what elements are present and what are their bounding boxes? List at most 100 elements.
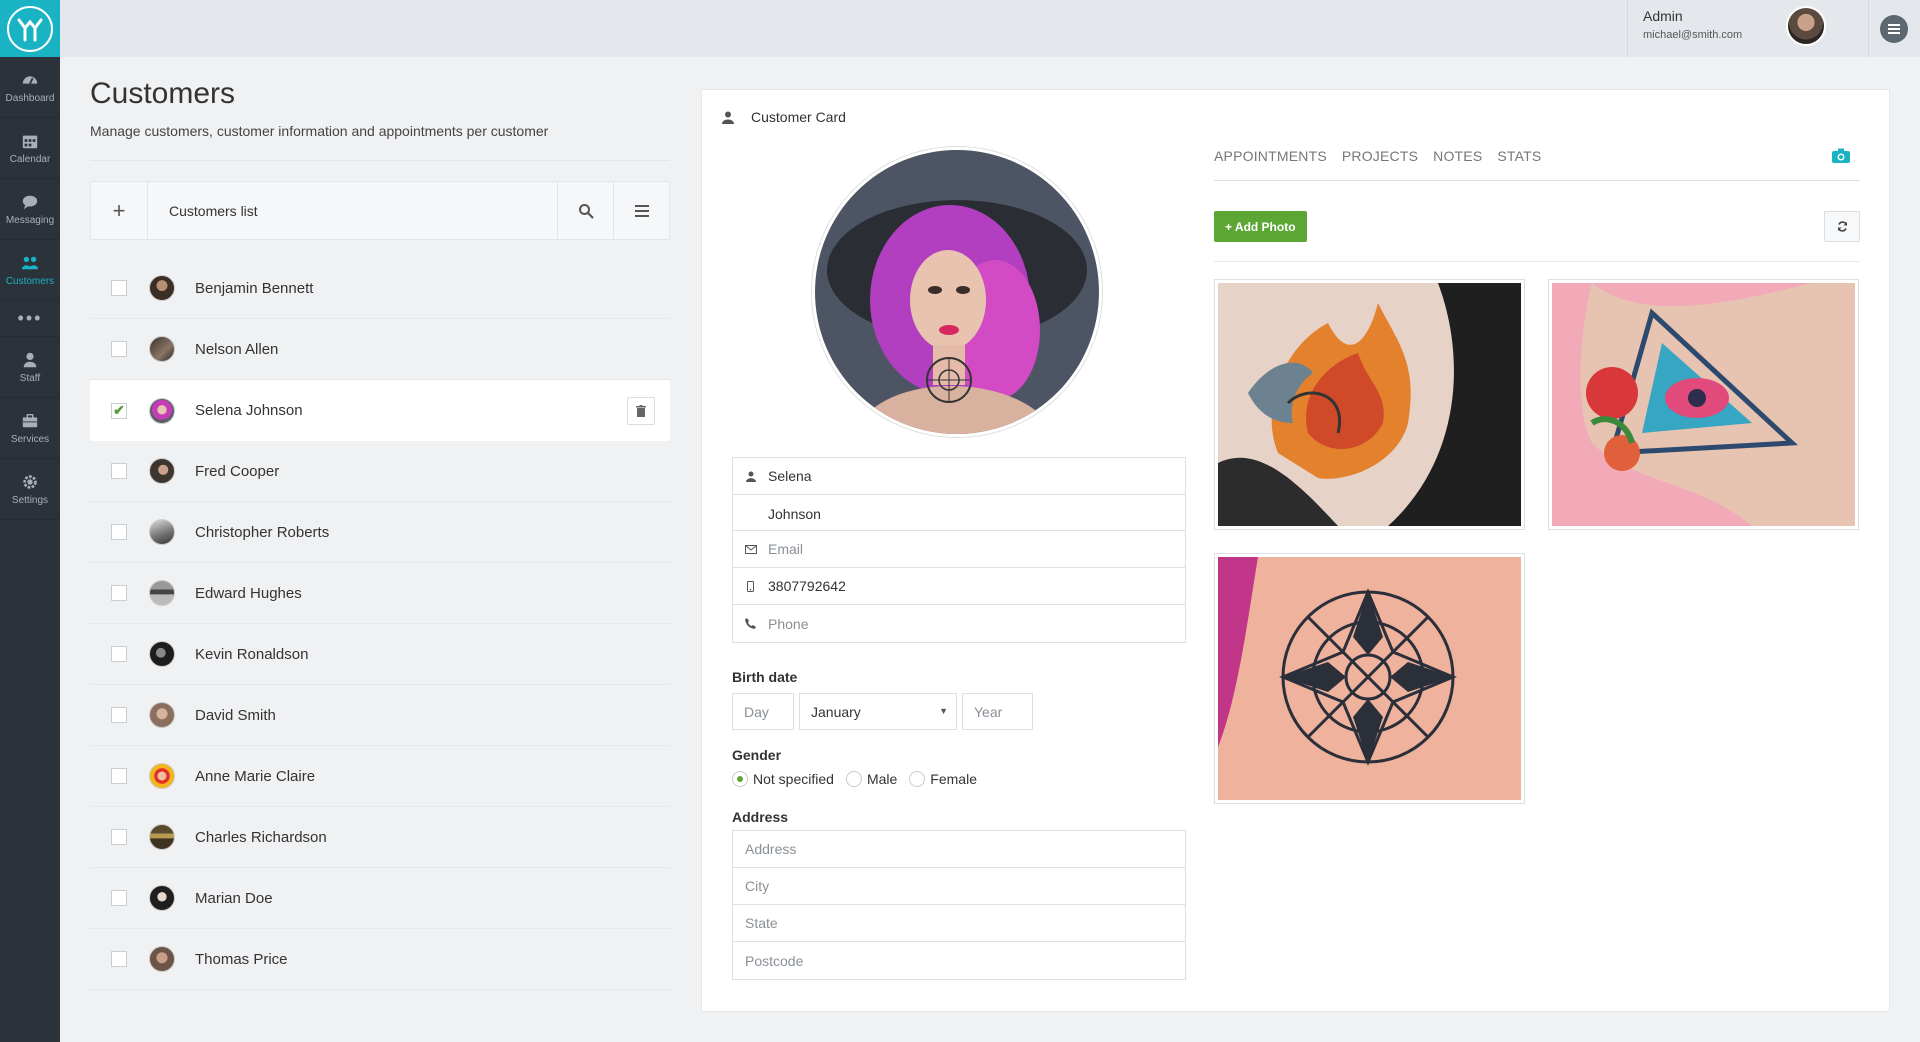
nav-staff[interactable]: Staff xyxy=(0,337,60,398)
list-item[interactable]: Fred Cooper xyxy=(90,441,670,502)
tab-stats[interactable]: STATS xyxy=(1497,148,1541,180)
address-field[interactable]: Address xyxy=(733,831,1185,868)
delete-customer-button[interactable] xyxy=(627,396,655,425)
customer-name: Marian Doe xyxy=(195,889,273,907)
customer-name: Thomas Price xyxy=(195,950,288,968)
email-field[interactable]: Email xyxy=(733,531,1185,568)
radio-label: Not specified xyxy=(753,771,834,787)
row-checkbox[interactable] xyxy=(111,463,127,479)
tab-projects[interactable]: PROJECTS xyxy=(1342,148,1418,180)
state-field[interactable]: State xyxy=(733,905,1185,942)
nav-calendar[interactable]: Calendar xyxy=(0,118,60,179)
list-item-selected[interactable]: ✔ Selena Johnson xyxy=(90,380,670,441)
avatar xyxy=(149,458,175,484)
row-checkbox[interactable] xyxy=(111,768,127,784)
refresh-button[interactable] xyxy=(1824,211,1860,242)
list-item[interactable]: Charles Richardson xyxy=(90,807,670,868)
camera-button[interactable] xyxy=(1832,148,1850,168)
list-item[interactable]: Marian Doe xyxy=(90,868,670,929)
phone-icon xyxy=(745,618,756,629)
tab-notes[interactable]: NOTES xyxy=(1433,148,1482,180)
customers-list: Benjamin Bennett Nelson Allen ✔ Selena J… xyxy=(90,258,670,990)
nav-more-button[interactable]: ••• xyxy=(0,301,60,337)
list-menu-button[interactable] xyxy=(613,182,669,239)
tab-appointments[interactable]: APPOINTMENTS xyxy=(1214,148,1327,180)
tattoo-photo-thumbnail[interactable] xyxy=(1548,279,1859,530)
radio[interactable] xyxy=(909,771,926,787)
add-customer-button[interactable]: + xyxy=(91,182,148,239)
list-icon xyxy=(634,204,649,217)
search-button[interactable] xyxy=(557,182,613,239)
phone-field[interactable]: Phone xyxy=(733,605,1185,642)
nav-settings-label: Settings xyxy=(11,494,49,506)
user-avatar[interactable] xyxy=(1786,6,1826,46)
row-checkbox[interactable] xyxy=(111,280,127,296)
user-menu[interactable]: Admin michael@smith.com xyxy=(1627,0,1918,57)
refresh-icon xyxy=(1837,221,1847,232)
mobile-value: 3807792642 xyxy=(768,578,846,594)
nav-settings[interactable]: Settings xyxy=(0,459,60,520)
birth-day-input[interactable]: Day xyxy=(732,693,794,730)
nav-customers-label: Customers xyxy=(5,275,55,287)
nav-messaging[interactable]: Messaging xyxy=(0,179,60,240)
row-checkbox[interactable] xyxy=(111,646,127,662)
gender-option-not-specified[interactable]: Not specified xyxy=(732,771,834,787)
card-title: Customer Card xyxy=(751,109,846,125)
list-item[interactable]: Anne Marie Claire xyxy=(90,746,670,807)
row-checkbox[interactable] xyxy=(111,829,127,845)
gender-option-female[interactable]: Female xyxy=(909,771,977,787)
nav-services[interactable]: Services xyxy=(0,398,60,459)
nav-dashboard[interactable]: Dashboard xyxy=(0,57,60,118)
customer-name: Selena Johnson xyxy=(195,402,303,419)
month-value: January xyxy=(811,703,861,720)
row-checkbox-checked[interactable]: ✔ xyxy=(111,402,127,419)
customer-name: Benjamin Bennett xyxy=(195,279,314,297)
tattoo-photo-thumbnail[interactable] xyxy=(1214,279,1525,530)
row-checkbox[interactable] xyxy=(111,707,127,723)
list-item[interactable]: Edward Hughes xyxy=(90,563,670,624)
customer-name: Christopher Roberts xyxy=(195,523,330,541)
row-checkbox[interactable] xyxy=(111,951,127,967)
name-fields: Selena Johnson xyxy=(732,457,1186,533)
first-name-field[interactable]: Selena xyxy=(733,458,1185,495)
radio[interactable] xyxy=(845,771,862,787)
tattoo-photo-thumbnail[interactable] xyxy=(1214,553,1525,804)
gender-option-male[interactable]: Male xyxy=(845,771,897,787)
row-checkbox[interactable] xyxy=(111,524,127,540)
list-item[interactable]: Nelson Allen xyxy=(90,319,670,380)
avatar xyxy=(149,336,175,362)
list-item[interactable]: Thomas Price xyxy=(90,929,670,990)
birth-year-input[interactable]: Year xyxy=(962,693,1033,730)
row-checkbox[interactable] xyxy=(111,890,127,906)
address-fields: Address City State Postcode xyxy=(732,830,1186,980)
address-placeholder: Address xyxy=(745,841,797,857)
address-label: Address xyxy=(732,809,789,825)
mobile-icon xyxy=(747,580,754,592)
row-checkbox[interactable] xyxy=(111,341,127,357)
customer-photo[interactable] xyxy=(812,147,1102,437)
list-item[interactable]: Christopher Roberts xyxy=(90,502,670,563)
avatar xyxy=(149,702,175,728)
add-photo-button[interactable]: + Add Photo xyxy=(1214,211,1307,242)
row-checkbox[interactable] xyxy=(111,585,127,601)
customer-name: Anne Marie Claire xyxy=(195,767,316,785)
birth-date-label-text: Birth date xyxy=(732,669,798,685)
radio-selected[interactable] xyxy=(732,771,748,787)
postcode-field[interactable]: Postcode xyxy=(733,942,1185,979)
nav-messaging-label: Messaging xyxy=(5,214,55,226)
email-placeholder: Email xyxy=(768,541,804,557)
customer-name: Kevin Ronaldson xyxy=(195,645,309,663)
birth-month-select[interactable]: January ▼ xyxy=(799,693,957,730)
last-name-field[interactable]: Johnson xyxy=(733,495,1185,532)
list-item[interactable]: Kevin Ronaldson xyxy=(90,624,670,685)
main-menu-button[interactable] xyxy=(1868,0,1919,57)
brand-logo-icon xyxy=(7,5,53,52)
page-title: Customers xyxy=(90,77,236,110)
brand-logo[interactable] xyxy=(0,0,60,57)
nav-calendar-label: Calendar xyxy=(9,153,51,165)
mobile-field[interactable]: 3807792642 xyxy=(733,568,1185,605)
city-field[interactable]: City xyxy=(733,868,1185,905)
list-item[interactable]: Benjamin Bennett xyxy=(90,258,670,319)
nav-customers[interactable]: Customers xyxy=(0,240,60,301)
list-item[interactable]: David Smith xyxy=(90,685,670,746)
